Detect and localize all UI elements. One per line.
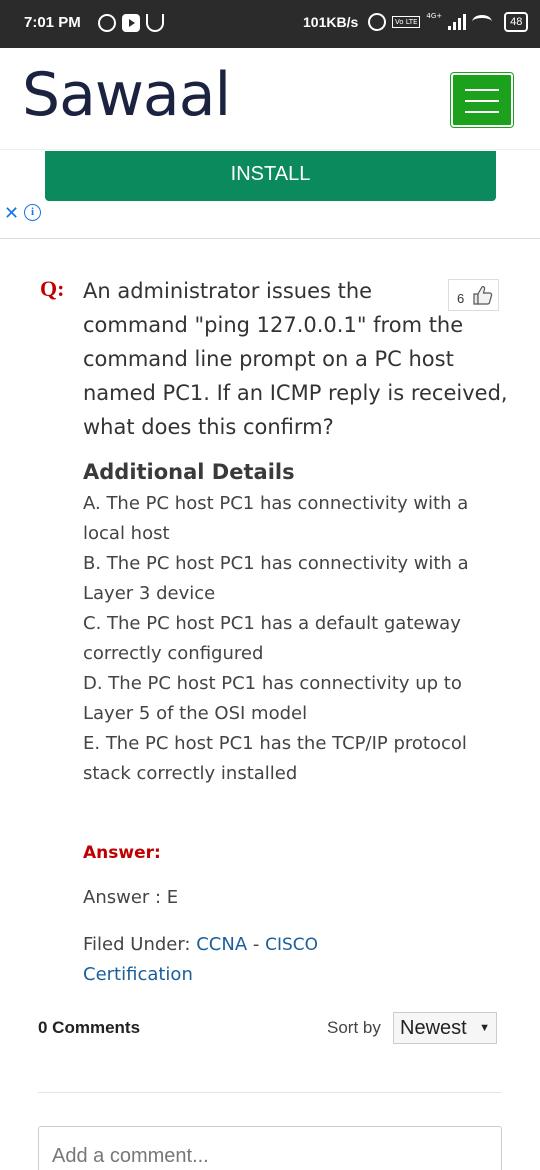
- filed-under-separator: -: [247, 934, 266, 955]
- site-header: Sawaal: [0, 48, 540, 150]
- alarm-icon: [368, 13, 386, 31]
- sort-select[interactable]: Newest ▼: [393, 1012, 497, 1044]
- link-ccna[interactable]: CCNA: [196, 934, 247, 955]
- network-type: 4G+: [426, 12, 443, 20]
- option-d: D. The PC host PC1 has connectivity up t…: [83, 673, 462, 724]
- additional-details-title: Additional Details: [83, 460, 295, 484]
- thumbs-up-icon: [473, 286, 493, 305]
- sort-label: Sort by: [327, 1018, 381, 1037]
- option-b: B. The PC host PC1 has connectivity with…: [83, 553, 469, 604]
- close-icon[interactable]: ✕: [4, 203, 19, 224]
- notification-icons: [98, 14, 164, 32]
- question-line-rest: command "ping 127.0.0.1" from the comman…: [83, 313, 508, 439]
- whatsapp-icon: [98, 14, 116, 32]
- battery-icon: 48: [504, 12, 529, 32]
- question-text: An administrator issues the command "pin…: [83, 274, 508, 444]
- comments-count: 0 Comments: [38, 1018, 141, 1037]
- divider: [38, 1092, 502, 1093]
- question-prefix: Q:: [40, 276, 65, 301]
- filed-under: Filed Under: CCNA - CISCO Certification: [83, 930, 318, 990]
- info-icon[interactable]: i: [24, 204, 41, 221]
- comment-input[interactable]: Add a comment...: [38, 1126, 502, 1170]
- youtube-icon: [122, 14, 140, 32]
- system-indicators: Vo LTE 4G+ 48: [368, 12, 529, 32]
- link-certification[interactable]: Certification: [83, 964, 193, 985]
- signal-icon: [448, 14, 467, 30]
- options-list: A. The PC host PC1 has connectivity with…: [83, 489, 513, 789]
- app-notification-icon: [146, 14, 164, 32]
- ad-banner: INSTALL ✕ i: [0, 151, 540, 239]
- option-a: A. The PC host PC1 has connectivity with…: [83, 493, 469, 544]
- answer-value: Answer : E: [83, 887, 179, 908]
- dropdown-caret-icon: ▼: [479, 1022, 490, 1034]
- site-logo[interactable]: Sawaal: [22, 60, 231, 130]
- comment-placeholder: Add a comment...: [52, 1145, 209, 1167]
- option-e: E. The PC host PC1 has the TCP/IP protoc…: [83, 733, 467, 784]
- filed-under-label: Filed Under:: [83, 934, 191, 955]
- like-button[interactable]: 6: [448, 279, 499, 311]
- option-c: C. The PC host PC1 has a default gateway…: [83, 613, 461, 664]
- sort-selected-value: Newest: [400, 1017, 467, 1039]
- answer-label: Answer:: [83, 843, 161, 863]
- question-line-1: An administrator issues the: [83, 279, 373, 303]
- status-bar: 7:01 PM 101KB/s Vo LTE 4G+ 48: [0, 0, 540, 48]
- wifi-icon: [472, 15, 493, 29]
- hamburger-menu-button[interactable]: [451, 73, 513, 127]
- volte-icon: Vo LTE: [392, 16, 421, 28]
- network-speed: 101KB/s: [303, 14, 359, 30]
- install-button[interactable]: INSTALL: [45, 151, 496, 201]
- like-count: 6: [457, 291, 465, 306]
- status-time: 7:01 PM: [24, 14, 81, 31]
- link-cisco[interactable]: CISCO: [265, 935, 318, 955]
